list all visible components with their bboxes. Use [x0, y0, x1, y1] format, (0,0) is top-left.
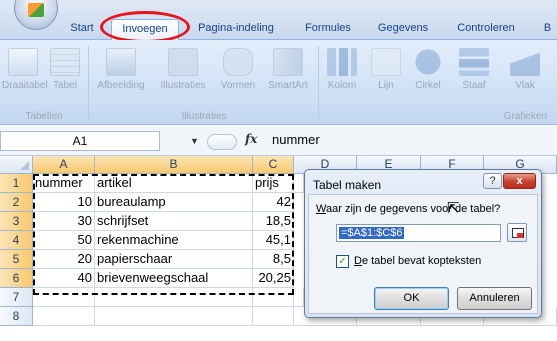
- kolom-button[interactable]: Kolom: [320, 48, 364, 100]
- draaitabel-button[interactable]: Draaitabel: [2, 48, 48, 100]
- cell-c8[interactable]: [253, 307, 294, 326]
- cell-c2[interactable]: 42: [253, 193, 294, 212]
- collapse-dialog-button[interactable]: [507, 223, 527, 242]
- group-separator: [88, 46, 89, 120]
- clipart-icon: [168, 48, 198, 76]
- illustraties-button[interactable]: Illustraties: [152, 48, 214, 100]
- ok-button[interactable]: OK: [374, 287, 449, 310]
- group-label-illustraties: Illustraties: [181, 111, 227, 122]
- help-button[interactable]: ?: [483, 173, 502, 189]
- row-header[interactable]: 8: [0, 307, 33, 326]
- staaf-button[interactable]: Staaf: [452, 48, 496, 100]
- row-header[interactable]: 6: [0, 269, 33, 288]
- tab-b[interactable]: B: [538, 19, 557, 40]
- column-header-c[interactable]: C: [253, 156, 294, 174]
- office-logo-icon: [28, 3, 44, 17]
- cell-c3[interactable]: 18,5: [253, 212, 294, 231]
- cell-b4[interactable]: rekenmachine: [95, 231, 253, 250]
- lijn-button[interactable]: Lijn: [368, 48, 404, 100]
- close-button[interactable]: x: [503, 173, 536, 189]
- tab-formules[interactable]: Formules: [298, 19, 358, 40]
- tabel-button[interactable]: Tabel: [48, 48, 82, 100]
- line-chart-icon: [371, 48, 401, 76]
- cell-b1[interactable]: artikel: [95, 174, 253, 193]
- column-chart-icon: [327, 48, 357, 76]
- table-icon: [50, 48, 80, 76]
- cell-c4[interactable]: 45,1: [253, 231, 294, 250]
- pie-chart-icon: [413, 48, 443, 76]
- smartart-button[interactable]: SmartArt: [262, 48, 314, 100]
- tab-gegevens[interactable]: Gegevens: [371, 19, 435, 40]
- row-header[interactable]: 5: [0, 250, 33, 269]
- vlak-button[interactable]: Vlak: [500, 48, 550, 100]
- shapes-icon: [223, 48, 253, 76]
- cell-a8[interactable]: [33, 307, 95, 326]
- ribbon-tab-bar: Start Invoegen Pagina-indeling Formules …: [0, 0, 557, 43]
- ribbon-body: Draaitabel Tabel Afbeelding Illustraties…: [0, 40, 557, 125]
- tab-pagina-indeling[interactable]: Pagina-indeling: [188, 19, 284, 40]
- office-button[interactable]: [14, 0, 58, 30]
- cell-c6[interactable]: 20,25: [253, 269, 294, 288]
- cell-c7[interactable]: [253, 288, 294, 307]
- column-header-b[interactable]: B: [95, 156, 253, 174]
- column-header-a[interactable]: A: [33, 156, 95, 174]
- cell-c5[interactable]: 8,5: [253, 250, 294, 269]
- cell-d7[interactable]: [294, 288, 304, 307]
- formula-bar-expander[interactable]: [207, 134, 237, 150]
- tab-start[interactable]: Start: [60, 19, 104, 40]
- bar-chart-icon: [459, 48, 489, 76]
- cancel-button[interactable]: Annuleren: [457, 287, 532, 310]
- mouse-cursor-icon: ⇱: [447, 200, 460, 217]
- cell-b5[interactable]: papierschaar: [95, 250, 253, 269]
- tab-invoegen[interactable]: Invoegen: [111, 19, 179, 40]
- cell-a7[interactable]: [33, 288, 95, 307]
- cell-b2[interactable]: bureaulamp: [95, 193, 253, 212]
- row-header[interactable]: 7: [0, 288, 33, 307]
- cell-c1[interactable]: prijs: [253, 174, 294, 193]
- insert-function-icon[interactable]: fx: [245, 132, 257, 146]
- dialog-body: Waar zijn de gegevens voor de tabel? ⇱ =…: [308, 194, 538, 314]
- group-separator: [318, 46, 319, 120]
- cell-b6[interactable]: brievenweegschaal: [95, 269, 253, 288]
- row-header[interactable]: 1: [0, 174, 33, 193]
- cirkel-button[interactable]: Cirkel: [406, 48, 450, 100]
- cell-b7[interactable]: [95, 288, 253, 307]
- group-label-grafieken: Grafieken: [503, 111, 547, 122]
- tab-controleren[interactable]: Controleren: [446, 19, 526, 40]
- cell-a5[interactable]: 20: [33, 250, 95, 269]
- pivot-table-icon: [8, 48, 38, 76]
- row-header[interactable]: 4: [0, 231, 33, 250]
- cell-b3[interactable]: schrijfset: [95, 212, 253, 231]
- cell-a3[interactable]: 30: [33, 212, 95, 231]
- formula-bar: A1 ▼ fx nummer: [0, 126, 557, 156]
- headers-checkbox-label[interactable]: De tabel bevat kopteksten: [354, 255, 481, 267]
- picture-icon: [106, 48, 136, 76]
- name-box-dropdown-icon[interactable]: ▼: [190, 136, 199, 146]
- cell-a1[interactable]: nummer: [33, 174, 95, 193]
- group-label-tabellen: Tabellen: [25, 111, 63, 122]
- cell-d1[interactable]: [294, 174, 304, 193]
- range-input[interactable]: =$A$1:$C$6: [336, 224, 501, 242]
- cell-b8[interactable]: [95, 307, 253, 326]
- vormen-button[interactable]: Vormen: [214, 48, 262, 100]
- headers-checkbox[interactable]: ✓: [336, 255, 349, 268]
- cell-a6[interactable]: 40: [33, 269, 95, 288]
- row-header[interactable]: 3: [0, 212, 33, 231]
- cell-a2[interactable]: 10: [33, 193, 95, 212]
- name-box[interactable]: A1: [0, 131, 160, 151]
- formula-input[interactable]: nummer: [272, 132, 320, 147]
- create-table-dialog: Tabel maken ? x Waar zijn de gegevens vo…: [304, 169, 542, 318]
- range-question-label: Waar zijn de gegevens voor de tabel?: [316, 203, 501, 215]
- cell-a4[interactable]: 50: [33, 231, 95, 250]
- afbeelding-button[interactable]: Afbeelding: [90, 48, 152, 100]
- select-all-corner[interactable]: [0, 156, 33, 174]
- row-header[interactable]: 2: [0, 193, 33, 212]
- dialog-title: Tabel maken: [313, 178, 382, 192]
- area-chart-icon: [510, 48, 540, 76]
- smartart-icon: [273, 48, 303, 76]
